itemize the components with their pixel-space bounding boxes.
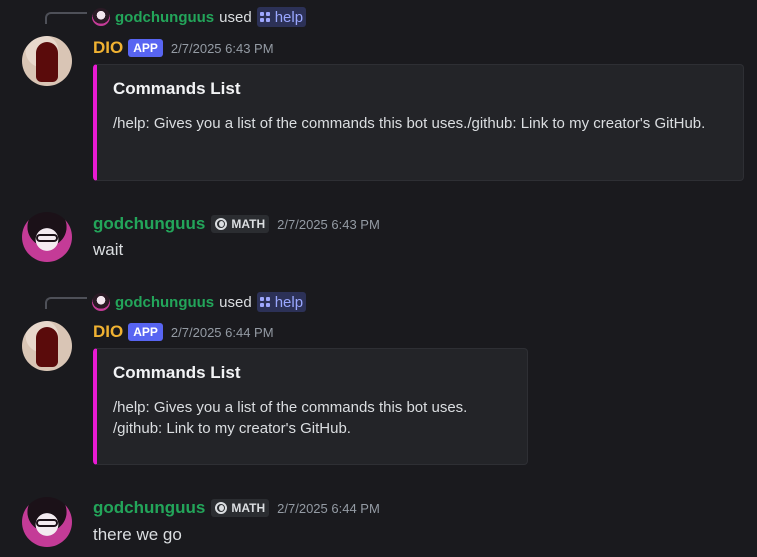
message-header: godchunguus MATH 2/7/2025 6:43 PM [93,213,380,235]
reply-connector [45,12,87,24]
chat-log: godchunguus used help DIO APP 2/7/2025 6… [0,0,757,557]
author-name[interactable]: DIO [93,322,123,342]
app-badge: APP [128,39,163,57]
embed: Commands List /help: Gives you a list of… [93,64,744,181]
app-badge: APP [128,323,163,341]
guild-tag-label: MATH [231,501,266,515]
message-header: godchunguus MATH 2/7/2025 6:44 PM [93,497,380,519]
command-reply-context[interactable]: godchunguus used help [92,292,307,312]
reply-avatar[interactable] [92,8,110,26]
embed-title: Commands List [113,79,241,98]
reply-username[interactable]: godchunguus [115,294,214,311]
guild-tag-icon [215,218,228,230]
reply-username[interactable]: godchunguus [115,9,214,26]
command-name[interactable]: help [275,9,303,26]
message-text: there we go [93,525,182,544]
command-name[interactable]: help [275,294,303,311]
slash-command-icon [259,297,270,307]
slash-command-icon [259,12,270,22]
reply-used-text: used [219,293,252,311]
author-name[interactable]: godchunguus [93,498,205,518]
embed-title: Commands List [113,363,241,382]
message-header: DIO APP 2/7/2025 6:43 PM [93,37,274,59]
embed-description: /help: Gives you a list of the commands … [113,115,706,132]
message-text: wait [93,240,124,259]
command-mention[interactable]: help [256,7,307,27]
command-reply-context[interactable]: godchunguus used help [92,7,307,27]
author-name[interactable]: godchunguus [93,214,205,234]
author-name[interactable]: DIO [93,38,123,58]
godchunguus-avatar[interactable] [22,212,72,262]
reply-avatar[interactable] [92,293,110,311]
guild-tag-badge[interactable]: MATH [211,215,270,233]
timestamp[interactable]: 2/7/2025 6:44 PM [171,325,274,340]
reply-connector [45,297,87,309]
reply-used-text: used [219,8,252,26]
guild-tag-badge[interactable]: MATH [211,499,270,517]
message-header: DIO APP 2/7/2025 6:44 PM [93,321,274,343]
godchunguus-avatar[interactable] [22,497,72,547]
command-mention[interactable]: help [256,292,307,312]
guild-tag-icon [215,502,228,514]
timestamp[interactable]: 2/7/2025 6:44 PM [277,501,380,516]
embed-description: /help: Gives you a list of the commands … [113,399,468,437]
dio-avatar[interactable] [22,36,72,86]
dio-avatar[interactable] [22,321,72,371]
timestamp[interactable]: 2/7/2025 6:43 PM [171,41,274,56]
embed: Commands List /help: Gives you a list of… [93,348,528,465]
timestamp[interactable]: 2/7/2025 6:43 PM [277,217,380,232]
guild-tag-label: MATH [231,217,266,231]
